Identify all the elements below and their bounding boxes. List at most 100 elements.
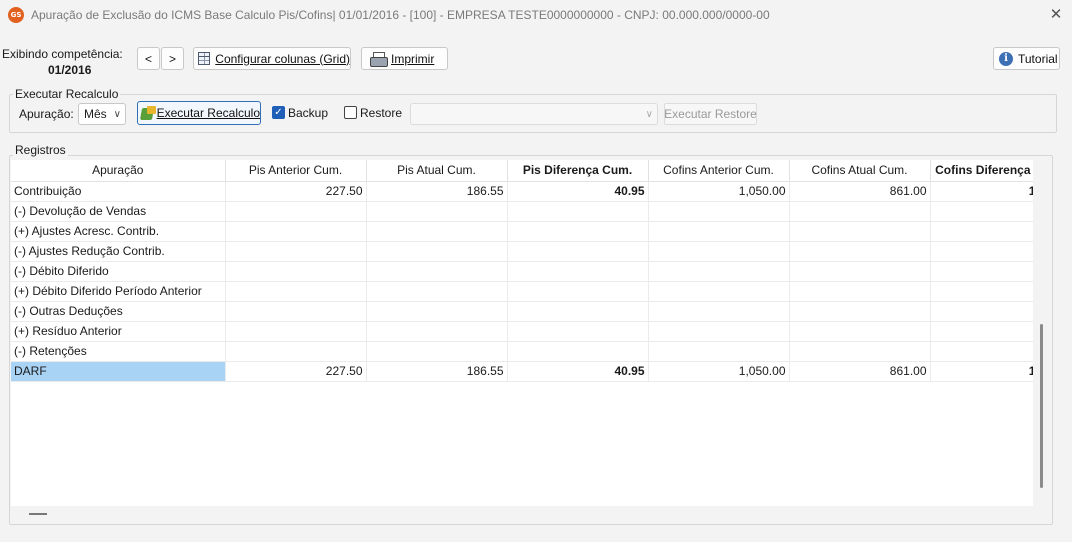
row-label-cell[interactable]: (-) Devolução de Vendas [11, 201, 226, 222]
column-header[interactable]: Cofins Atual Cum. [789, 160, 931, 182]
value-cell[interactable]: 40.95 [507, 181, 649, 202]
horizontal-scroll-thumb[interactable] [29, 513, 47, 515]
table-row[interactable]: DARF227.50186.5540.951,050.00861.00189.0… [11, 361, 1033, 382]
value-cell[interactable] [225, 321, 367, 342]
value-cell[interactable] [507, 321, 649, 342]
value-cell[interactable] [225, 281, 367, 302]
value-cell[interactable]: 189.00 [930, 181, 1033, 202]
value-cell[interactable] [225, 201, 367, 222]
value-cell[interactable]: 227.50 [225, 181, 367, 202]
value-cell[interactable] [648, 221, 790, 242]
table-row[interactable]: (-) Ajustes Redução Contrib. [11, 241, 1033, 262]
vertical-scrollbar[interactable] [1036, 160, 1048, 506]
close-icon[interactable]: ✕ [1044, 4, 1068, 26]
row-label-cell[interactable]: (-) Débito Diferido [11, 261, 226, 282]
tutorial-button[interactable]: i Tutorial [993, 47, 1060, 70]
value-cell[interactable] [930, 221, 1033, 242]
value-cell[interactable] [789, 321, 931, 342]
value-cell[interactable] [648, 341, 790, 362]
configure-columns-button[interactable]: Configurar colunas (Grid) [193, 47, 351, 70]
value-cell[interactable] [366, 341, 508, 362]
value-cell[interactable] [789, 301, 931, 322]
row-label-cell[interactable]: (-) Outras Deduções [11, 301, 226, 322]
value-cell[interactable] [930, 241, 1033, 262]
column-header[interactable]: Apuração [11, 160, 226, 182]
value-cell[interactable] [648, 301, 790, 322]
value-cell[interactable] [366, 321, 508, 342]
value-cell[interactable] [789, 281, 931, 302]
value-cell[interactable] [507, 241, 649, 262]
value-cell[interactable]: 1,050.00 [648, 181, 790, 202]
restore-checkbox[interactable] [344, 106, 357, 119]
value-cell[interactable]: 861.00 [789, 361, 931, 382]
column-header[interactable]: Cofins Diferença Cum. [930, 160, 1033, 182]
table-row[interactable]: (-) Outras Deduções [11, 301, 1033, 322]
value-cell[interactable] [225, 241, 367, 262]
execute-recalculo-button[interactable]: Executar Recalculo [137, 101, 261, 125]
value-cell[interactable] [366, 281, 508, 302]
table-row[interactable]: (-) Débito Diferido [11, 261, 1033, 282]
value-cell[interactable]: 40.95 [507, 361, 649, 382]
row-label-cell[interactable]: (-) Ajustes Redução Contrib. [11, 241, 226, 262]
value-cell[interactable] [648, 321, 790, 342]
value-cell[interactable] [930, 281, 1033, 302]
value-cell[interactable]: 227.50 [225, 361, 367, 382]
table-row[interactable]: Contribuição 227.50 186.55 40.95 1,050.00 861… [11, 181, 1033, 202]
next-period-button[interactable]: > [161, 47, 184, 70]
vertical-scroll-thumb[interactable] [1040, 324, 1043, 488]
previous-period-button[interactable]: < [137, 47, 160, 70]
value-cell[interactable] [648, 261, 790, 282]
value-cell[interactable] [225, 341, 367, 362]
apuracao-select[interactable]: Mês ∨ [78, 103, 126, 125]
value-cell[interactable] [507, 261, 649, 282]
horizontal-scrollbar[interactable] [11, 508, 1033, 520]
backup-checkbox[interactable]: ✓ [272, 106, 285, 119]
row-label-cell[interactable]: Contribuição [11, 181, 226, 202]
value-cell[interactable] [648, 281, 790, 302]
table-row[interactable]: (+) Débito Diferido Período Anterior [11, 281, 1033, 302]
value-cell[interactable] [789, 341, 931, 362]
value-cell[interactable] [930, 301, 1033, 322]
value-cell[interactable] [648, 241, 790, 262]
table-row[interactable]: (-) Devolução de Vendas [11, 201, 1033, 222]
value-cell[interactable]: 186.55 [366, 361, 508, 382]
value-cell[interactable] [225, 301, 367, 322]
value-cell[interactable] [366, 261, 508, 282]
value-cell[interactable] [366, 201, 508, 222]
value-cell[interactable] [366, 241, 508, 262]
value-cell[interactable] [930, 201, 1033, 222]
value-cell[interactable] [789, 221, 931, 242]
table-row[interactable]: (+) Ajustes Acresc. Contrib. [11, 221, 1033, 242]
value-cell[interactable] [507, 201, 649, 222]
value-cell[interactable] [789, 201, 931, 222]
value-cell[interactable] [930, 341, 1033, 362]
table-row[interactable]: (+) Resíduo Anterior [11, 321, 1033, 342]
row-label-cell[interactable]: (+) Ajustes Acresc. Contrib. [11, 221, 226, 242]
registros-grid[interactable]: Apuração Pis Anterior Cum. Pis Atual Cum. P… [11, 160, 1033, 506]
value-cell[interactable] [789, 261, 931, 282]
value-cell[interactable] [366, 301, 508, 322]
column-header[interactable]: Pis Anterior Cum. [225, 160, 367, 182]
value-cell[interactable] [225, 221, 367, 242]
column-header[interactable]: Pis Atual Cum. [366, 160, 508, 182]
row-label-cell[interactable]: (+) Débito Diferido Período Anterior [11, 281, 226, 302]
value-cell[interactable]: 189.00 [930, 361, 1033, 382]
value-cell[interactable] [930, 321, 1033, 342]
value-cell[interactable]: 1,050.00 [648, 361, 790, 382]
column-header[interactable]: Pis Diferença Cum. [507, 160, 649, 182]
restore-select[interactable]: ∨ [410, 103, 658, 125]
value-cell[interactable]: 861.00 [789, 181, 931, 202]
value-cell[interactable] [366, 221, 508, 242]
value-cell[interactable] [507, 341, 649, 362]
column-header[interactable]: Cofins Anterior Cum. [648, 160, 790, 182]
value-cell[interactable] [225, 261, 367, 282]
value-cell[interactable] [930, 261, 1033, 282]
value-cell[interactable]: 186.55 [366, 181, 508, 202]
value-cell[interactable] [648, 201, 790, 222]
row-label-cell[interactable]: (-) Retenções [11, 341, 226, 362]
value-cell[interactable] [789, 241, 931, 262]
value-cell[interactable] [507, 221, 649, 242]
row-label-cell[interactable]: DARF [11, 361, 226, 382]
value-cell[interactable] [507, 301, 649, 322]
row-label-cell[interactable]: (+) Resíduo Anterior [11, 321, 226, 342]
